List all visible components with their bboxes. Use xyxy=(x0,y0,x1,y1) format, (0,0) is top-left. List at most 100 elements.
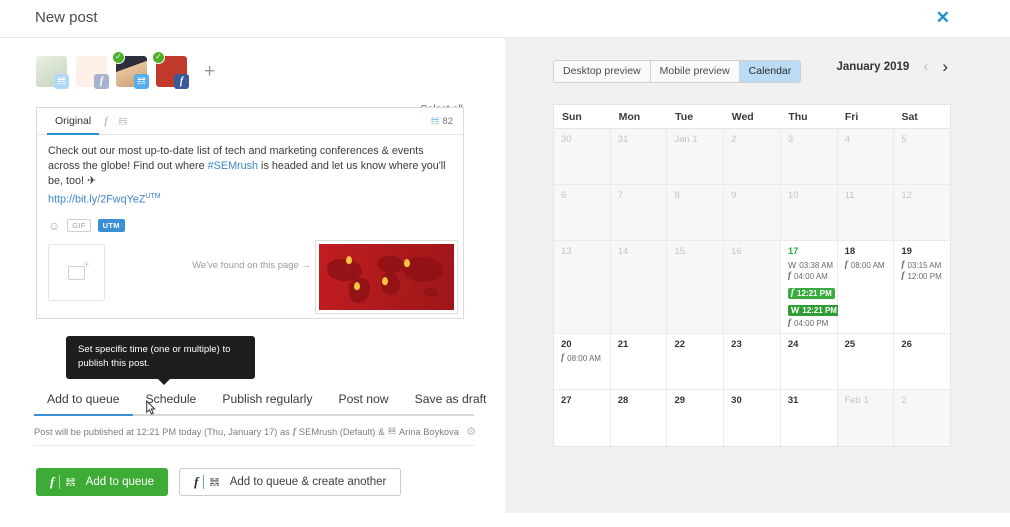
twitter-icon[interactable]: 𝌦 xyxy=(113,115,133,128)
utm-button[interactable]: UTM xyxy=(97,219,125,232)
calendar-day-cell[interactable]: 16 xyxy=(724,241,781,334)
calendar-day-cell[interactable]: 27 xyxy=(554,390,611,446)
facebook-icon: f xyxy=(787,271,792,281)
check-icon: ✓ xyxy=(112,51,125,64)
calendar-day-cell[interactable]: 20 f 08:00 AM xyxy=(554,334,611,390)
chevron-right-icon[interactable]: › xyxy=(942,58,948,75)
profile-twitter-1[interactable]: 𝌦 xyxy=(36,56,69,89)
calendar-day-cell[interactable]: 3 xyxy=(780,129,838,185)
calendar-day-number: 7 xyxy=(617,190,624,201)
calendar-week-row: 20 f 08:00 AM 21 22 23 24 25 26 xyxy=(554,334,951,390)
close-icon[interactable]: ✕ xyxy=(936,8,950,28)
calendar-day-cell[interactable]: 28 xyxy=(610,390,668,446)
calendar-day-cell[interactable]: 30 xyxy=(554,129,611,185)
weekday-sun: Sun xyxy=(562,111,582,123)
media-found-label: We've found on this page → xyxy=(192,260,311,271)
add-to-queue-create-another-button[interactable]: f 𝌦 Add to queue & create another xyxy=(179,468,402,496)
calendar-day-cell[interactable]: 4 xyxy=(837,129,895,185)
calendar-day-cell[interactable]: 29 xyxy=(667,390,725,446)
profile-facebook-2[interactable]: ✓ f xyxy=(152,51,189,89)
twitter-icon: 𝖶 xyxy=(787,260,797,270)
character-count-value: 82 xyxy=(442,115,453,127)
publish-account-facebook: SEMrush (Default) xyxy=(298,426,376,437)
calendar-event[interactable]: f 04:00 PM xyxy=(788,318,833,329)
calendar-day-cell[interactable]: 22 xyxy=(667,334,725,390)
calendar-day-cell[interactable]: 15 xyxy=(667,241,725,334)
tab-desktop-preview[interactable]: Desktop preview xyxy=(554,61,651,82)
composer-textarea[interactable]: Check out our most up-to-date list of te… xyxy=(37,135,463,215)
calendar-month-label: January 2019 xyxy=(836,61,910,73)
calendar-day-number: 2 xyxy=(901,395,907,406)
calendar-day-cell[interactable]: 23 xyxy=(724,334,781,390)
modal-header: New post ✕ xyxy=(0,0,1010,38)
calendar-day-cell[interactable]: Feb 1 xyxy=(837,390,895,446)
post-link[interactable]: http://bit.ly/2FwqYeZ xyxy=(48,194,145,206)
calendar-day-cell[interactable]: 26 xyxy=(894,334,951,390)
calendar-event-time: 04:00 AM xyxy=(794,272,828,281)
calendar-day-cell[interactable]: 5 xyxy=(894,129,951,185)
tab-calendar[interactable]: Calendar xyxy=(739,61,801,82)
emoji-icon[interactable]: ☺ xyxy=(48,220,60,232)
calendar-day-cell[interactable]: 11 xyxy=(837,185,895,241)
calendar-day-cell[interactable]: 30 xyxy=(724,390,781,446)
calendar-day-number: 3 xyxy=(787,134,794,145)
gear-icon[interactable]: ⚙ xyxy=(466,425,476,438)
add-image-icon[interactable] xyxy=(48,244,105,301)
tab-original[interactable]: Original xyxy=(47,108,100,135)
tab-add-to-queue[interactable]: Add to queue xyxy=(34,388,133,416)
facebook-icon[interactable]: f xyxy=(99,115,113,127)
calendar-day-cell[interactable]: 9 xyxy=(724,185,781,241)
calendar-day-cell[interactable]: 2 xyxy=(894,390,951,446)
calendar-day-events: f 08:00 AM xyxy=(561,353,606,364)
calendar-event[interactable]: f 12:21 PM xyxy=(787,288,835,299)
post-composer: Original f 𝌦 𝌦 82 Check out our most up-… xyxy=(36,107,464,319)
plus-icon[interactable]: + xyxy=(204,62,215,81)
calendar-day-cell[interactable]: 12 xyxy=(894,185,951,241)
tab-schedule[interactable]: Schedule xyxy=(133,388,210,414)
calendar-day-cell[interactable]: 31 xyxy=(610,129,668,185)
add-to-queue-button[interactable]: f 𝌦 Add to queue xyxy=(36,468,169,496)
calendar-event[interactable]: f 03:15 AM xyxy=(901,260,946,271)
calendar-event[interactable]: 𝖶 12:21 PM xyxy=(787,305,840,316)
calendar-event[interactable]: f 08:00 AM xyxy=(845,260,890,271)
publish-note: Post will be published at 12:21 PM today… xyxy=(34,425,476,446)
tab-save-as-draft[interactable]: Save as draft xyxy=(402,388,500,414)
calendar-day-cell[interactable]: 25 xyxy=(837,334,895,390)
chevron-left-icon[interactable]: ‹ xyxy=(923,59,928,74)
calendar-day-cell[interactable]: 31 xyxy=(780,390,838,446)
calendar-day-cell[interactable]: 21 xyxy=(610,334,668,390)
composer-tabbar: Original f 𝌦 𝌦 82 xyxy=(37,108,463,135)
calendar-day-cell[interactable]: 17 𝖶 03:38 AM f 04:00 AM f 12:21 PM 𝖶 12:21 PM f 0… xyxy=(780,241,840,334)
calendar-day-cell[interactable]: 19 f 03:15 AM f 12:00 PM xyxy=(894,241,951,334)
action-buttons: f 𝌦 Add to queue f 𝌦 Add to queue & crea… xyxy=(36,468,402,496)
calendar-event-time: 12:00 PM xyxy=(907,272,942,281)
calendar-day-cell[interactable]: 8 xyxy=(667,185,725,241)
calendar-day-number: 20 xyxy=(561,339,572,350)
post-hashtag: #SEMrush xyxy=(207,160,259,172)
profile-twitter-2[interactable]: ✓ 𝌦 xyxy=(112,51,149,89)
calendar-event-time: 08:00 AM xyxy=(567,354,601,363)
calendar-day-cell[interactable]: 2 xyxy=(724,129,781,185)
tab-mobile-preview[interactable]: Mobile preview xyxy=(650,61,740,82)
tab-publish-regularly[interactable]: Publish regularly xyxy=(209,388,325,414)
calendar-event[interactable]: f 04:00 AM xyxy=(788,271,833,282)
tab-post-now[interactable]: Post now xyxy=(325,388,401,414)
calendar-day-cell[interactable]: 24 xyxy=(780,334,838,390)
calendar-event[interactable]: f 12:00 PM xyxy=(901,271,946,282)
calendar-day-cell[interactable]: 18 f 08:00 AM xyxy=(837,241,895,334)
calendar-event[interactable]: 𝖶 03:38 AM xyxy=(788,260,833,271)
gif-button[interactable]: GIF xyxy=(67,219,91,232)
profile-facebook-1[interactable]: f xyxy=(76,56,109,89)
facebook-icon: f xyxy=(174,74,189,89)
calendar-week-row: 30 31 Jan 1 2 3 4 5 xyxy=(554,129,951,185)
calendar-day-number: 10 xyxy=(787,190,799,201)
calendar-event-time: 08:00 AM xyxy=(850,261,885,270)
world-map-preview[interactable] xyxy=(315,240,458,314)
calendar-day-cell[interactable]: 10 xyxy=(780,185,838,241)
calendar-day-cell[interactable]: 14 xyxy=(610,241,668,334)
calendar-day-cell[interactable]: 13 xyxy=(554,241,611,334)
calendar-day-cell[interactable]: 7 xyxy=(610,185,668,241)
calendar-day-cell[interactable]: 6 xyxy=(554,185,611,241)
calendar-day-cell[interactable]: Jan 1 xyxy=(667,129,725,185)
calendar-event[interactable]: f 08:00 AM xyxy=(561,353,606,364)
